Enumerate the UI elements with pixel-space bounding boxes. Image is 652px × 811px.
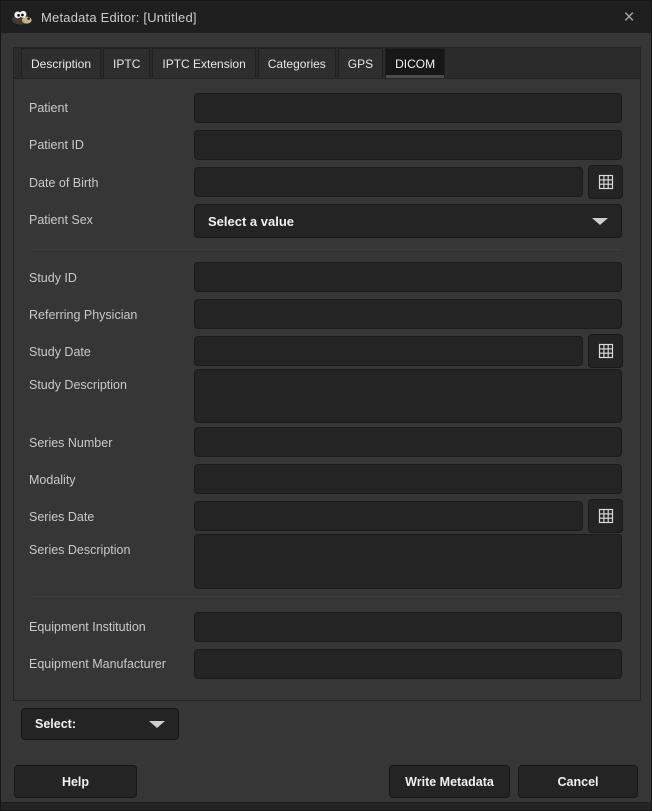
select-dropdown-label: Select: [35,717,76,731]
study-date-input[interactable] [194,336,583,366]
chevron-down-icon [149,721,165,728]
field-label-equipment-institution: Equipment Institution [29,619,189,635]
series-description-textarea[interactable] [194,534,622,589]
write-metadata-button[interactable]: Write Metadata [389,765,510,798]
tab-categories[interactable]: Categories [258,48,336,78]
tab-iptc[interactable]: IPTC [103,48,150,78]
field-label-equipment-manufacturer: Equipment Manufacturer [29,656,189,672]
field-label-series-date: Series Date [29,509,189,525]
select-dropdown[interactable]: Select: [21,708,179,740]
date-of-birth-input[interactable] [194,167,583,197]
calendar-grid-icon [597,173,615,191]
chevron-down-icon [592,218,608,225]
equipment-institution-input[interactable] [194,612,622,642]
date-of-birth-calendar-button[interactable] [588,165,623,199]
window-title: Metadata Editor: [Untitled] [41,10,197,25]
calendar-grid-icon [597,342,615,360]
series-number-input[interactable] [194,427,622,457]
modality-input[interactable] [194,464,622,494]
tab-gps[interactable]: GPS [338,48,383,78]
field-label-referring-physician: Referring Physician [29,307,189,323]
study-date-calendar-button[interactable] [588,334,623,368]
tab-iptc-extension[interactable]: IPTC Extension [152,48,255,78]
series-date-calendar-button[interactable] [588,499,623,533]
tab-description[interactable]: Description [21,48,101,78]
section-separator [31,249,621,250]
patient-sex-dropdown[interactable]: Select a value [194,204,622,238]
gimp-wilber-icon [11,9,33,25]
titlebar: Metadata Editor: [Untitled] × [1,1,651,33]
field-label-patient-id: Patient ID [29,137,189,153]
field-label-date-of-birth: Date of Birth [29,175,189,191]
patient-id-input[interactable] [194,130,622,160]
section-separator [31,596,621,597]
tab-strip: Description IPTC IPTC Extension Categori… [14,48,640,79]
patient-input[interactable] [194,93,622,123]
field-label-modality: Modality [29,472,189,488]
study-id-input[interactable] [194,262,622,292]
calendar-grid-icon [597,507,615,525]
field-label-patient-sex: Patient Sex [29,212,189,228]
help-button[interactable]: Help [14,765,137,798]
metadata-editor-window: Metadata Editor: [Untitled] × Descriptio… [0,0,652,811]
patient-sex-value: Select a value [208,214,294,229]
field-label-study-description: Study Description [29,377,189,393]
tab-dicom[interactable]: DICOM [385,48,445,78]
window-bottom-edge [1,802,651,810]
field-label-study-date: Study Date [29,344,189,360]
field-label-patient: Patient [29,100,189,116]
study-description-textarea[interactable] [194,369,622,423]
cancel-button[interactable]: Cancel [518,765,638,798]
series-date-input[interactable] [194,501,583,531]
referring-physician-input[interactable] [194,299,622,329]
equipment-manufacturer-input[interactable] [194,649,622,679]
close-icon[interactable]: × [607,1,651,33]
field-label-study-id: Study ID [29,270,189,286]
field-label-series-description: Series Description [29,542,189,558]
field-label-series-number: Series Number [29,435,189,451]
